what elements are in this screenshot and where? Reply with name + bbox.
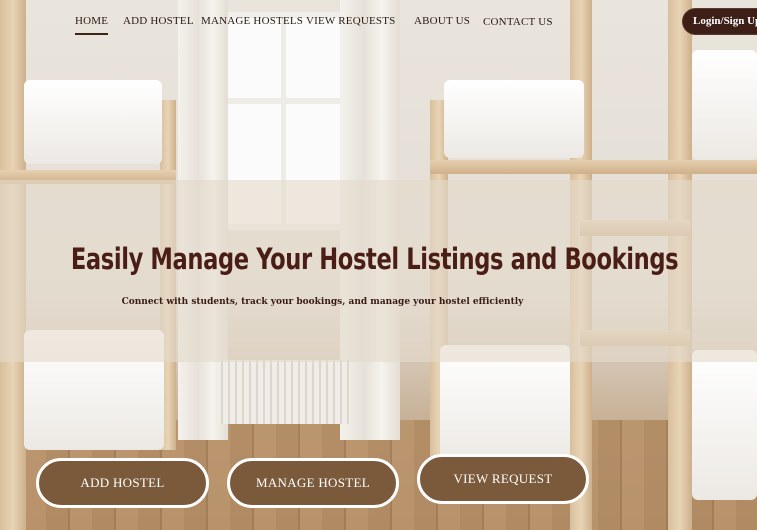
add-hostel-button[interactable]: ADD HOSTEL — [36, 458, 209, 508]
manage-hostel-button[interactable]: MANAGE HOSTEL — [227, 458, 399, 508]
nav-item-home[interactable]: HOME — [75, 15, 109, 35]
nav-item-add-hostel[interactable]: ADD HOSTEL — [123, 15, 194, 27]
bunk-mattress — [24, 80, 162, 164]
bunk-mattress — [444, 80, 584, 158]
bunk-rail — [430, 160, 757, 174]
hero-title: Easily Manage Your Hostel Listings and B… — [70, 242, 679, 276]
nav-item-view-requests[interactable]: VIEW REQUESTS — [306, 15, 395, 27]
view-request-button[interactable]: VIEW REQUEST — [417, 454, 589, 504]
add-hostel-button-label: ADD HOSTEL — [80, 475, 165, 490]
nav-item-contact-us[interactable]: CONTACT US — [483, 16, 553, 28]
hero-subtitle: Connect with students, track your bookin… — [121, 297, 524, 307]
bunk-mattress — [692, 50, 757, 160]
bunk-mattress — [440, 345, 570, 465]
top-navigation: HOME ADD HOSTEL MANAGE HOSTELS VIEW REQU… — [0, 0, 757, 44]
login-signup-button[interactable]: Login/Sign Up — [682, 8, 757, 35]
nav-item-about-us[interactable]: ABOUT US — [414, 15, 470, 27]
bunk-mattress — [692, 350, 757, 500]
view-request-button-label: VIEW REQUEST — [453, 471, 553, 486]
radiator — [216, 360, 350, 424]
nav-item-manage-hostels[interactable]: MANAGE HOSTELS — [201, 15, 303, 27]
manage-hostel-button-label: MANAGE HOSTEL — [255, 475, 371, 490]
